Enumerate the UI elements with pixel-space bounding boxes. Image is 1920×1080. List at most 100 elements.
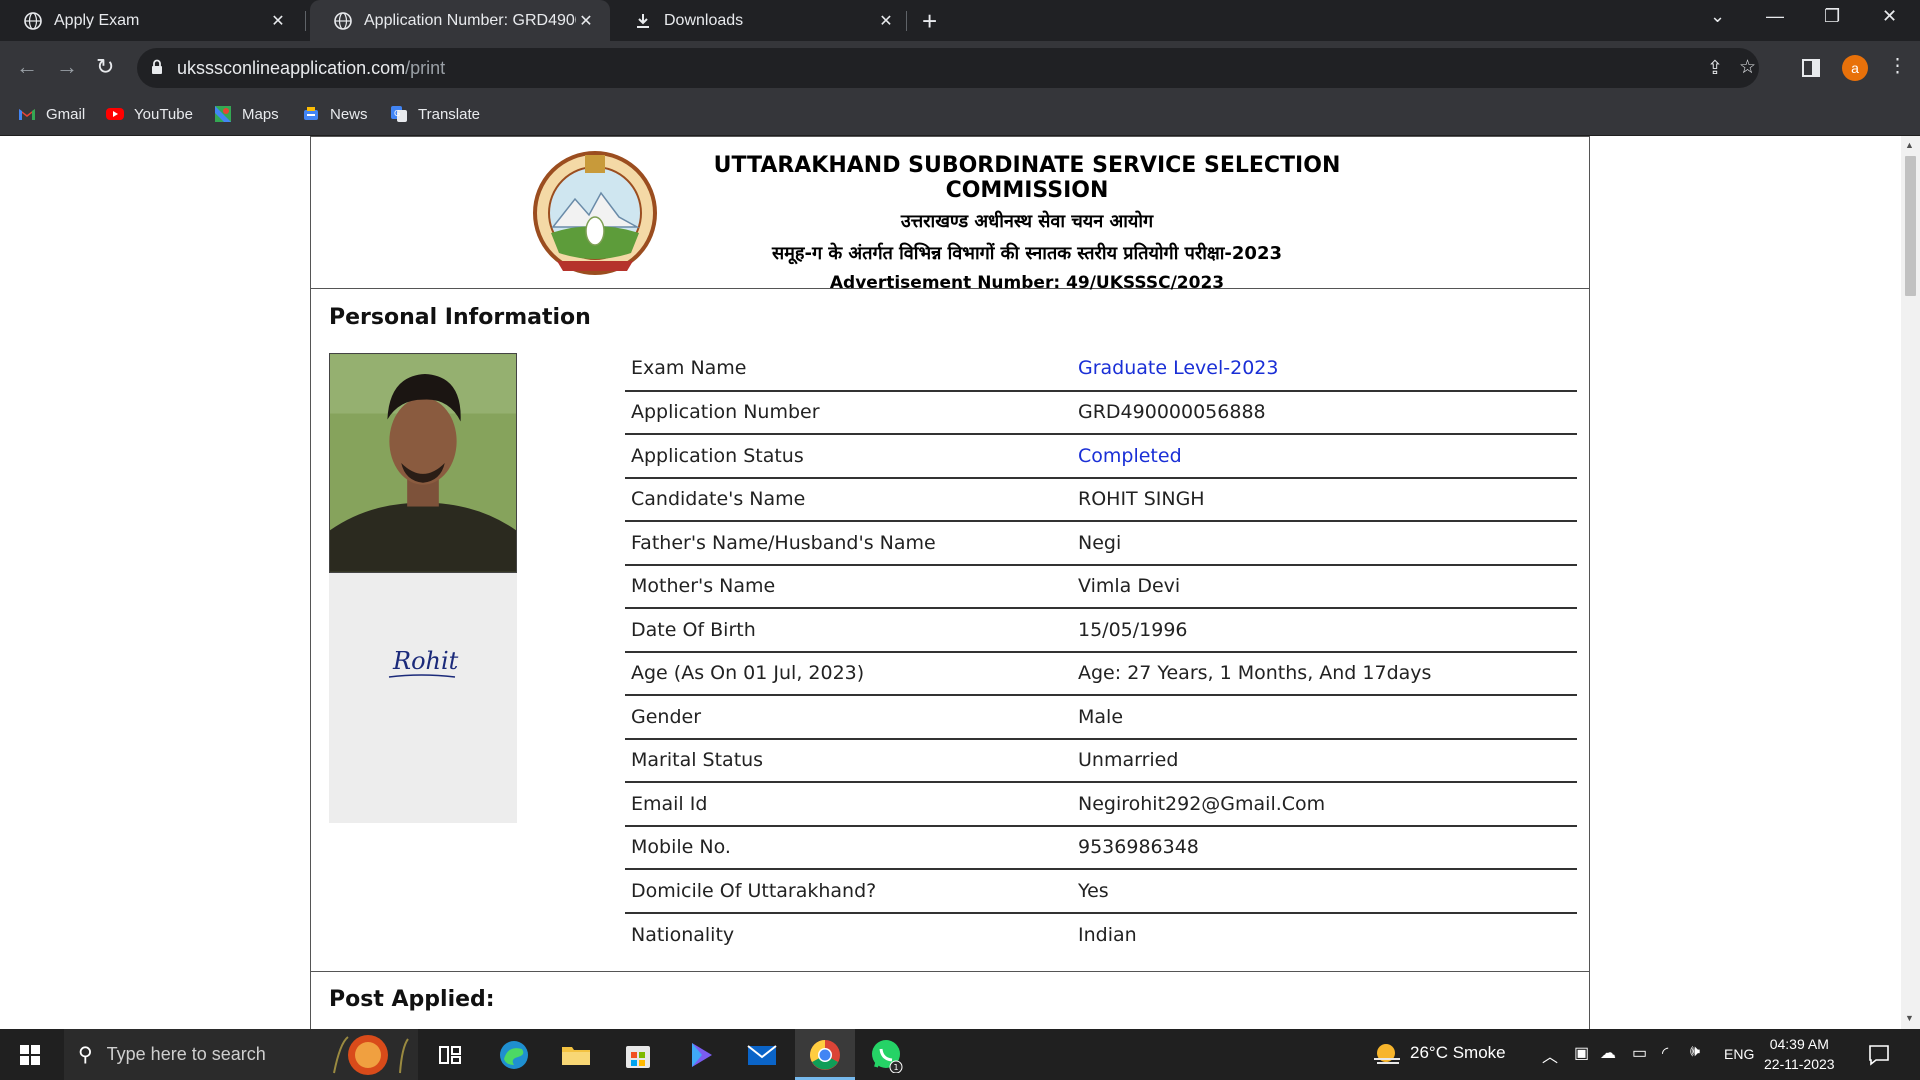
tab-title: Apply Exam [54, 11, 140, 29]
row-value: Age: 27 Years, 1 Months, And 17days [1072, 651, 1577, 696]
tab-divider [305, 11, 306, 31]
table-row: Email Id Negirohit292@Gmail.Com [625, 782, 1577, 827]
close-icon[interactable]: ✕ [268, 11, 288, 31]
scroll-down-arrow-icon[interactable]: ▼ [1905, 1013, 1914, 1023]
tab-apply-exam[interactable]: Apply Exam ✕ [0, 0, 302, 41]
row-label: Date Of Birth [625, 608, 1072, 653]
forward-arrow-icon[interactable]: → [56, 54, 78, 80]
windows-start-icon[interactable] [20, 1045, 40, 1065]
notification-center-icon[interactable] [1868, 1044, 1890, 1066]
chrome-taskbar-active-slot[interactable] [795, 1029, 855, 1080]
row-value: Yes [1072, 869, 1577, 914]
maps-icon [215, 106, 231, 122]
row-value: Vimla Devi [1072, 564, 1577, 609]
weather-sun-haze-icon[interactable] [1372, 1042, 1402, 1068]
wifi-icon[interactable]: ◜ [1662, 1043, 1668, 1063]
exam-title-hindi: समूह-ग के अंतर्गत विभिन्न विभागों की स्न… [771, 243, 1283, 264]
reload-icon[interactable]: ↻ [96, 54, 114, 80]
page-viewport: UTTARAKHAND SUBORDINATE SERVICE SELECTIO… [0, 136, 1901, 1029]
minimize-icon[interactable]: — [1766, 6, 1784, 27]
candidate-photo [329, 353, 517, 573]
table-row: Mobile No. 9536986348 [625, 825, 1577, 870]
bookmarks-bar: Gmail YouTube Maps News G Translate [0, 96, 1920, 136]
tab-title: Downloads [664, 11, 744, 29]
task-view-icon[interactable] [432, 1037, 468, 1073]
table-row: Father's Name/Husband's Name Negi [625, 521, 1577, 566]
bookmark-youtube[interactable]: YouTube [106, 105, 193, 123]
address-bar[interactable]: uksssconlineapplication.com/print ⇪ ☆ [137, 48, 1759, 88]
language-indicator[interactable]: ENG [1724, 1046, 1754, 1062]
whatsapp-icon[interactable]: 1 [868, 1037, 904, 1073]
page-scrollbar[interactable]: ▲ ▼ [1901, 136, 1920, 1029]
file-explorer-icon[interactable] [558, 1037, 594, 1073]
bookmark-star-icon[interactable]: ☆ [1739, 56, 1756, 79]
post-applied-heading: Post Applied: [329, 987, 495, 1012]
application-print-document: UTTARAKHAND SUBORDINATE SERVICE SELECTIO… [310, 136, 1590, 1029]
back-arrow-icon[interactable]: ← [16, 54, 38, 80]
menu-kebab-icon[interactable]: ⋮ [1888, 55, 1907, 78]
lock-icon[interactable] [151, 59, 163, 75]
volume-icon[interactable]: 🕪 [1690, 1043, 1700, 1061]
bookmark-label: Maps [242, 105, 279, 123]
media-player-icon[interactable] [682, 1037, 718, 1073]
close-icon[interactable]: ✕ [576, 11, 596, 31]
mail-icon[interactable] [744, 1037, 780, 1073]
taskbar-search-box[interactable]: ⚲ Type here to search [64, 1029, 418, 1080]
row-label: Marital Status [625, 738, 1072, 783]
new-tab-plus-icon[interactable]: + [922, 6, 937, 37]
personal-info-heading: Personal Information [329, 305, 591, 330]
row-value: Completed [1072, 434, 1577, 479]
globe-icon [334, 11, 352, 30]
scroll-up-arrow-icon[interactable]: ▲ [1905, 140, 1914, 150]
table-row: Exam Name Graduate Level-2023 [625, 347, 1577, 392]
microsoft-store-icon[interactable] [620, 1037, 656, 1073]
system-clock[interactable]: 04:39 AM 22-11-2023 [1764, 1034, 1835, 1074]
table-row: Gender Male [625, 695, 1577, 740]
whatsapp-badge: 1 [894, 1063, 899, 1072]
onedrive-cloud-icon[interactable]: ☁ [1600, 1043, 1616, 1063]
url-text[interactable]: uksssconlineapplication.com/print [177, 58, 445, 79]
bookmark-maps[interactable]: Maps [214, 105, 279, 123]
battery-icon[interactable]: ▭ [1632, 1043, 1647, 1063]
row-label: Mobile No. [625, 825, 1072, 870]
row-label: Application Status [625, 434, 1072, 479]
share-icon[interactable]: ⇪ [1707, 57, 1723, 80]
weather-text[interactable]: 26°C Smoke [1410, 1043, 1506, 1063]
bookmark-news[interactable]: News [302, 105, 368, 123]
row-value: Unmarried [1072, 738, 1577, 783]
edge-browser-icon[interactable] [496, 1037, 532, 1073]
restore-icon[interactable]: ❐ [1824, 6, 1840, 27]
bookmark-label: Gmail [46, 105, 86, 123]
signature-image: Rohit [388, 647, 459, 678]
tab-title: Application Number: GRD49000 [364, 11, 576, 29]
side-panel-icon[interactable] [1802, 59, 1820, 77]
close-window-icon[interactable]: ✕ [1882, 6, 1897, 27]
header-titles: UTTARAKHAND SUBORDINATE SERVICE SELECTIO… [667, 153, 1387, 293]
meet-now-icon[interactable]: ▣ [1574, 1043, 1589, 1063]
gmail-icon [19, 109, 35, 120]
bookmark-label: YouTube [134, 105, 193, 123]
tab-search-chevron-icon[interactable]: ⌄ [1710, 6, 1725, 27]
tab-downloads[interactable]: Downloads ✕ [610, 0, 910, 41]
table-row: Domicile Of Uttarakhand? Yes [625, 869, 1577, 914]
bookmark-gmail[interactable]: Gmail [18, 105, 85, 123]
profile-avatar[interactable]: a [1842, 55, 1868, 81]
tray-chevron-up-icon[interactable]: ︿ [1542, 1043, 1558, 1067]
table-row: Application Status Completed [625, 434, 1577, 479]
tab-application-number[interactable]: Application Number: GRD49000 ✕ [310, 0, 610, 41]
table-row: Nationality Indian [625, 913, 1577, 957]
tab-divider [906, 11, 907, 31]
advertisement-number: Advertisement Number: 49/UKSSSC/2023 [829, 273, 1225, 293]
clock-time: 04:39 AM [1769, 1036, 1829, 1052]
row-label: Domicile Of Uttarakhand? [625, 869, 1072, 914]
row-value: 15/05/1996 [1072, 608, 1577, 653]
close-icon[interactable]: ✕ [876, 11, 896, 31]
row-value: Indian [1078, 923, 1137, 946]
row-label: Candidate's Name [625, 477, 1072, 522]
row-label: Gender [625, 695, 1072, 740]
scrollbar-thumb[interactable] [1905, 156, 1916, 296]
bookmark-translate[interactable]: G Translate [390, 105, 480, 123]
row-value: Graduate Level-2023 [1072, 347, 1577, 392]
row-label: Exam Name [625, 347, 1072, 392]
clock-date: 22-11-2023 [1764, 1056, 1835, 1072]
